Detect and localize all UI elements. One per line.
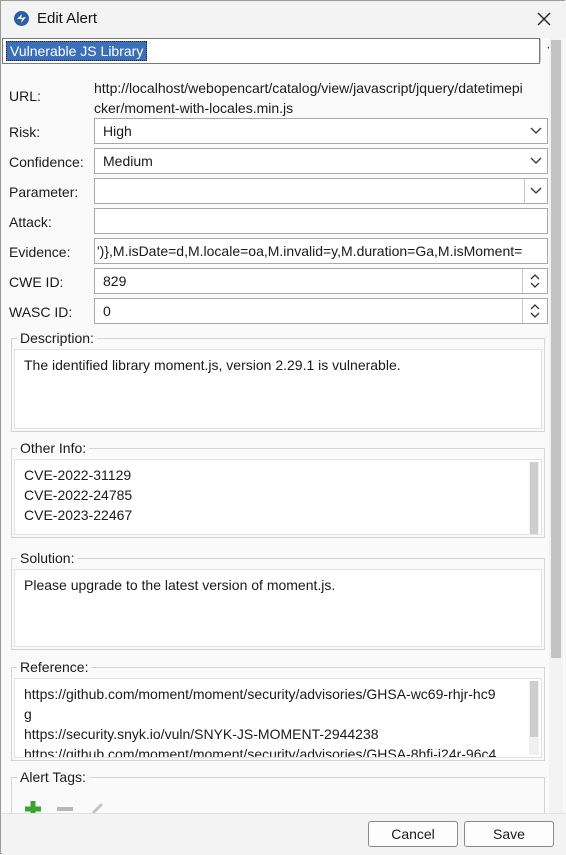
other-info-line: CVE-2022-24785 — [24, 487, 133, 503]
reference-line: https://security.snyk.io/vuln/SNYK-JS-MO… — [24, 726, 379, 742]
wasc-id-value: 0 — [103, 303, 111, 319]
url-line: cker/moment-with-locales.min.js — [94, 100, 294, 116]
reference-scrollbar[interactable] — [529, 681, 539, 755]
solution-text: Please upgrade to the latest version of … — [24, 577, 336, 593]
attack-label: Attack: — [9, 214, 52, 230]
other-info-textarea[interactable]: CVE-2022-31129 CVE-2022-24785 CVE-2023-2… — [14, 459, 542, 535]
solution-textarea[interactable]: Please upgrade to the latest version of … — [14, 569, 542, 647]
other-info-text: CVE-2022-31129 CVE-2022-24785 CVE-2023-2… — [24, 465, 527, 525]
url-label: URL: — [9, 88, 41, 104]
scrollbar-thumb[interactable] — [551, 40, 561, 658]
solution-title: Solution: — [17, 550, 78, 566]
reference-textarea[interactable]: https://github.com/moment/moment/securit… — [14, 678, 542, 758]
scrollbar-thumb[interactable] — [530, 462, 538, 534]
cwe-id-spinner[interactable]: 829 — [94, 268, 548, 294]
title-bar: Edit Alert — [1, 1, 565, 38]
other-info-line: CVE-2022-31129 — [24, 467, 132, 483]
evidence-input[interactable]: ')},M.isDate=d,M.locale=oa,M.invalid=y,M… — [94, 238, 548, 264]
risk-value: High — [103, 123, 132, 139]
wasc-id-spinner[interactable]: 0 — [94, 298, 548, 324]
other-info-scrollbar[interactable] — [529, 462, 539, 534]
parameter-label: Parameter: — [9, 184, 79, 200]
other-info-title: Other Info: — [17, 440, 90, 456]
other-info-line: CVE-2023-22467 — [24, 507, 133, 523]
cwe-id-label: CWE ID: — [9, 274, 64, 290]
dialog-scrollbar[interactable] — [549, 38, 563, 813]
wasc-id-label: WASC ID: — [9, 304, 73, 320]
close-icon — [537, 12, 551, 26]
solution-group: Solution: Please upgrade to the latest v… — [11, 550, 545, 650]
description-title: Description: — [17, 330, 97, 346]
confidence-select[interactable]: Medium — [94, 148, 548, 174]
zap-app-icon — [14, 11, 29, 26]
url-value: http://localhost/webopencart/catalog/vie… — [94, 78, 523, 118]
save-button[interactable]: Save — [464, 821, 554, 847]
risk-label: Risk: — [9, 124, 41, 140]
url-line: http://localhost/webopencart/catalog/vie… — [94, 80, 523, 96]
edit-alert-dialog: Edit Alert Vulnerable JS Library URL: ht… — [0, 0, 565, 855]
risk-select[interactable]: High — [94, 118, 548, 144]
evidence-label: Evidence: — [9, 244, 71, 260]
chevron-down-icon[interactable] — [524, 179, 547, 203]
alert-name-combo[interactable]: Vulnerable JS Library — [2, 38, 559, 64]
close-button[interactable] — [529, 5, 559, 33]
chevron-down-icon[interactable] — [525, 149, 547, 173]
dialog-footer: Cancel Save — [2, 813, 565, 855]
description-text: The identified library moment.js, versio… — [24, 357, 401, 373]
window-title: Edit Alert — [37, 10, 98, 27]
description-group: Description: The identified library mome… — [11, 330, 545, 432]
reference-group: Reference: https://github.com/moment/mom… — [11, 659, 545, 761]
cancel-button[interactable]: Cancel — [368, 821, 458, 847]
alert-name-value[interactable]: Vulnerable JS Library — [6, 41, 148, 61]
confidence-value: Medium — [103, 153, 153, 169]
attack-input[interactable] — [94, 208, 548, 234]
chevron-down-icon[interactable] — [525, 119, 547, 143]
reference-line: https://github.com/moment/moment/securit… — [24, 746, 497, 758]
parameter-combo[interactable] — [94, 178, 548, 204]
scrollbar-thumb[interactable] — [530, 681, 538, 737]
cwe-id-value: 829 — [103, 273, 127, 289]
reference-text: https://github.com/moment/moment/securit… — [24, 684, 527, 758]
description-textarea[interactable]: The identified library moment.js, versio… — [14, 349, 542, 429]
reference-title: Reference: — [17, 659, 92, 675]
confidence-label: Confidence: — [9, 154, 84, 170]
alert-tags-title: Alert Tags: — [17, 769, 89, 785]
spinner-arrows-icon[interactable] — [522, 299, 547, 323]
other-info-group: Other Info: CVE-2022-31129 CVE-2022-2478… — [11, 440, 545, 538]
reference-line: https://github.com/moment/moment/securit… — [24, 686, 496, 702]
reference-line: g — [24, 706, 32, 722]
dialog-content: Vulnerable JS Library URL: http://localh… — [2, 38, 565, 813]
spinner-arrows-icon[interactable] — [522, 269, 547, 293]
